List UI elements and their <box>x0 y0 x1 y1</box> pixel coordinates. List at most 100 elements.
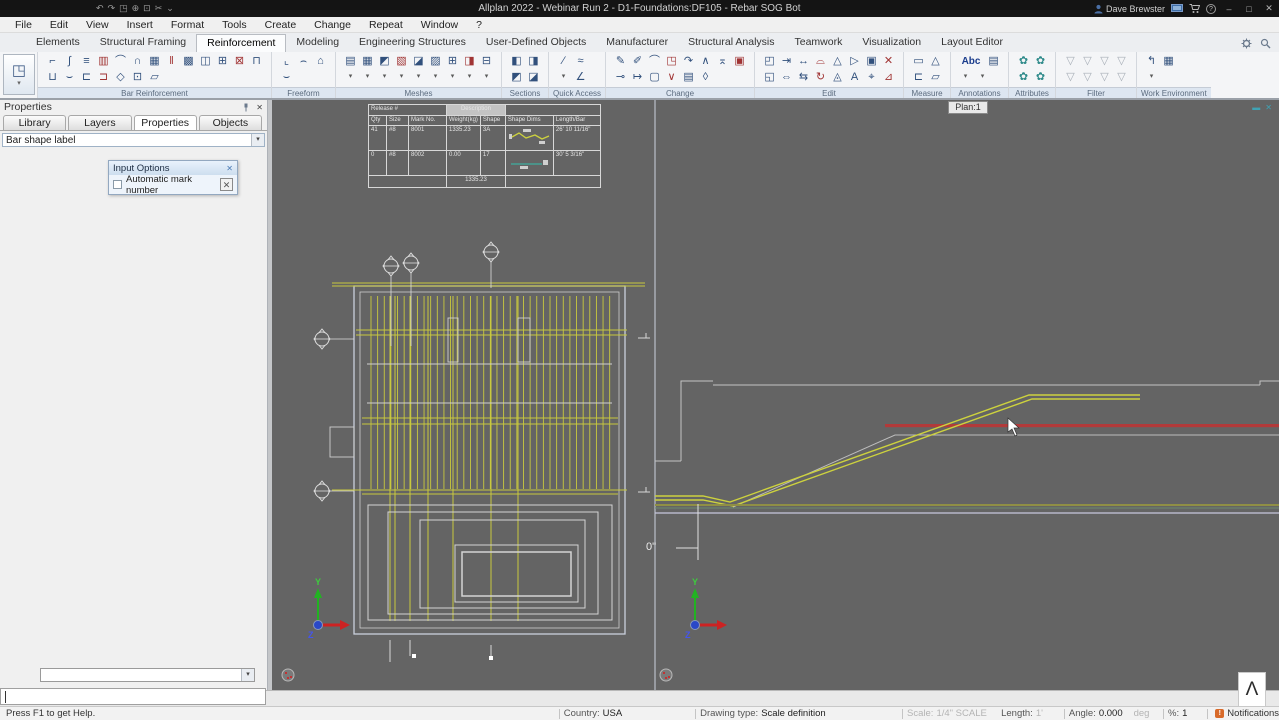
status-drawing-type[interactable]: Drawing type: Scale definition <box>700 708 898 719</box>
quick-access-tool-icon[interactable]: ▾ <box>555 73 572 82</box>
tab-structural-framing[interactable]: Structural Framing <box>90 34 196 52</box>
measure-tool-icon[interactable]: ▭ <box>910 54 927 69</box>
bar-reinforcement-tool-icon[interactable]: ⊠ <box>231 54 248 69</box>
edit-tool-icon[interactable]: ◰ <box>761 54 778 69</box>
change-tool-icon[interactable]: ▢ <box>646 70 663 85</box>
filter-tool-icon[interactable]: ▽ <box>1062 54 1079 69</box>
meshes-tool-icon[interactable]: ◨ <box>461 54 478 69</box>
measure-tool-icon[interactable]: ▱ <box>927 70 944 85</box>
meshes-tool-icon[interactable]: ▾ <box>342 73 359 82</box>
status-length[interactable]: Length: 1' <box>1001 708 1060 719</box>
filter-tool-icon[interactable]: ▽ <box>1079 70 1096 85</box>
change-tool-icon[interactable]: ▣ <box>731 54 748 69</box>
edit-tool-icon[interactable]: ◱ <box>761 70 778 85</box>
meshes-tool-icon[interactable]: ▾ <box>427 73 444 82</box>
meshes-tool-icon[interactable]: ▾ <box>410 73 427 82</box>
edit-tool-icon[interactable]: ▣ <box>863 54 880 69</box>
viewport-maximize-icon[interactable]: ▬ <box>1252 103 1260 112</box>
bar-reinforcement-tool-icon[interactable]: ⊔ <box>44 70 61 85</box>
menu-edit[interactable]: Edit <box>41 17 77 33</box>
bent-rebar[interactable] <box>655 394 1140 507</box>
quick-access-icon[interactable]: ⊕ <box>132 3 140 14</box>
filter-tool-icon[interactable]: ▽ <box>1113 54 1130 69</box>
viewport-close-icon[interactable]: ✕ <box>1265 103 1272 112</box>
freeform-tool-icon[interactable]: ⌞ <box>278 54 295 69</box>
change-tool-icon[interactable]: ∨ <box>663 70 680 85</box>
bar-reinforcement-tool-icon[interactable]: ⊓ <box>248 54 265 69</box>
sections-tool-icon[interactable]: ◩ <box>508 70 525 85</box>
minimize-button[interactable]: – <box>1222 4 1236 14</box>
meshes-tool-icon[interactable]: ▾ <box>444 73 461 82</box>
close-icon[interactable]: ✕ <box>256 103 263 112</box>
filter-tool-icon[interactable]: ▽ <box>1062 70 1079 85</box>
meshes-tool-icon[interactable]: ⊟ <box>478 54 495 69</box>
menu-create[interactable]: Create <box>256 17 306 33</box>
attributes-tool-icon[interactable]: ✿ <box>1032 54 1049 69</box>
edit-tool-icon[interactable]: ⇆ <box>795 70 812 85</box>
edit-tool-icon[interactable]: A <box>846 70 863 85</box>
shop-cart-icon[interactable] <box>1189 3 1200 14</box>
annotations-tool-icon[interactable]: ▾ <box>974 73 991 82</box>
annotations-tool-icon[interactable]: ▤ <box>985 54 1002 69</box>
automatic-mark-number-checkbox[interactable] <box>113 180 122 189</box>
sections-tool-icon[interactable]: ◧ <box>508 54 525 69</box>
status-scale[interactable]: Scale: 1/4" SCALE <box>907 708 1001 719</box>
table-cell[interactable]: Description <box>446 104 506 116</box>
attributes-tool-icon[interactable]: ✿ <box>1032 70 1049 85</box>
tab-manufacturer[interactable]: Manufacturer <box>596 34 678 52</box>
edit-tool-icon[interactable]: ⌓ <box>812 54 829 69</box>
change-tool-icon[interactable]: ◳ <box>663 54 680 69</box>
status-angle[interactable]: Angle: 0.000 <box>1069 708 1134 719</box>
change-tool-icon[interactable]: ✐ <box>629 54 646 69</box>
meshes-tool-icon[interactable]: ▧ <box>393 54 410 69</box>
menu-window[interactable]: Window <box>412 17 467 33</box>
quick-access-icon[interactable]: ↶ <box>96 3 104 14</box>
close-icon[interactable]: ✕ <box>226 164 233 173</box>
project-view-button[interactable]: ◳ ▾ <box>3 54 35 95</box>
sections-tool-icon[interactable]: ◪ <box>525 70 542 85</box>
tab-elements[interactable]: Elements <box>26 34 90 52</box>
bar-reinforcement-tool-icon[interactable]: ▩ <box>180 54 197 69</box>
edit-tool-icon[interactable]: ⇔ <box>778 70 795 85</box>
bar-reinforcement-tool-icon[interactable]: ◫ <box>197 54 214 69</box>
chevron-down-icon[interactable]: ▾ <box>251 134 264 146</box>
change-tool-icon[interactable]: ⌅ <box>714 54 731 69</box>
drawing-area[interactable]: 0" Y Z Y Z Release # Description Qty Size Mark … <box>272 100 1279 690</box>
bar-reinforcement-tool-icon[interactable]: ∩ <box>129 54 146 69</box>
bar-reinforcement-tool-icon[interactable]: ⌣ <box>61 70 78 85</box>
tab-modeling[interactable]: Modeling <box>286 34 349 52</box>
tab-layout-editor[interactable]: Layout Editor <box>931 34 1013 52</box>
quick-access-icon[interactable]: ◳ <box>119 3 128 14</box>
bar-reinforcement-tool-icon[interactable]: ▦ <box>146 54 163 69</box>
bar-reinforcement-tool-icon[interactable]: ⊏ <box>78 70 95 85</box>
bar-reinforcement-tool-icon[interactable]: ∫ <box>61 54 78 69</box>
meshes-tool-icon[interactable]: ▾ <box>359 73 376 82</box>
close-button[interactable]: ✕ <box>1262 3 1276 14</box>
menu-view[interactable]: View <box>77 17 118 33</box>
edit-tool-icon[interactable]: ✕ <box>880 54 897 69</box>
edit-tool-icon[interactable]: ◬ <box>829 70 846 85</box>
allplan-assistant-button[interactable]: Λ <box>1238 672 1266 707</box>
edit-tool-icon[interactable]: ⇥ <box>778 54 795 69</box>
bar-reinforcement-tool-icon[interactable]: ▱ <box>146 70 163 85</box>
meshes-tool-icon[interactable]: ▦ <box>359 54 376 69</box>
menu-insert[interactable]: Insert <box>118 17 162 33</box>
sections-tool-icon[interactable]: ◨ <box>525 54 542 69</box>
change-tool-icon[interactable]: ∧ <box>697 54 714 69</box>
palette-tab-layers[interactable]: Layers <box>68 115 132 130</box>
measure-tool-icon[interactable]: △ <box>927 54 944 69</box>
mark-number-icon[interactable]: ✕ <box>220 178 233 191</box>
change-tool-icon[interactable]: ◊ <box>697 70 714 85</box>
connect-screen-icon[interactable] <box>1171 4 1183 13</box>
work-environment-tool-icon[interactable]: ▾ <box>1143 73 1160 82</box>
rebar-schedule-table[interactable]: Release # Description Qty Size Mark No. Weigh… <box>368 104 601 188</box>
edit-tool-icon[interactable]: ↔ <box>795 54 812 69</box>
change-tool-icon[interactable]: ▤ <box>680 70 697 85</box>
bar-reinforcement-tool-icon[interactable]: ⊡ <box>129 70 146 85</box>
tab-visualization[interactable]: Visualization <box>852 34 931 52</box>
filter-tool-icon[interactable]: ▽ <box>1079 54 1096 69</box>
bar-reinforcement-tool-icon[interactable]: ‖ <box>163 54 180 69</box>
palette-tab-properties[interactable]: Properties <box>133 115 197 130</box>
tab-engineering-structures[interactable]: Engineering Structures <box>349 34 476 52</box>
quick-access-icon[interactable]: ⌄ <box>166 3 174 14</box>
